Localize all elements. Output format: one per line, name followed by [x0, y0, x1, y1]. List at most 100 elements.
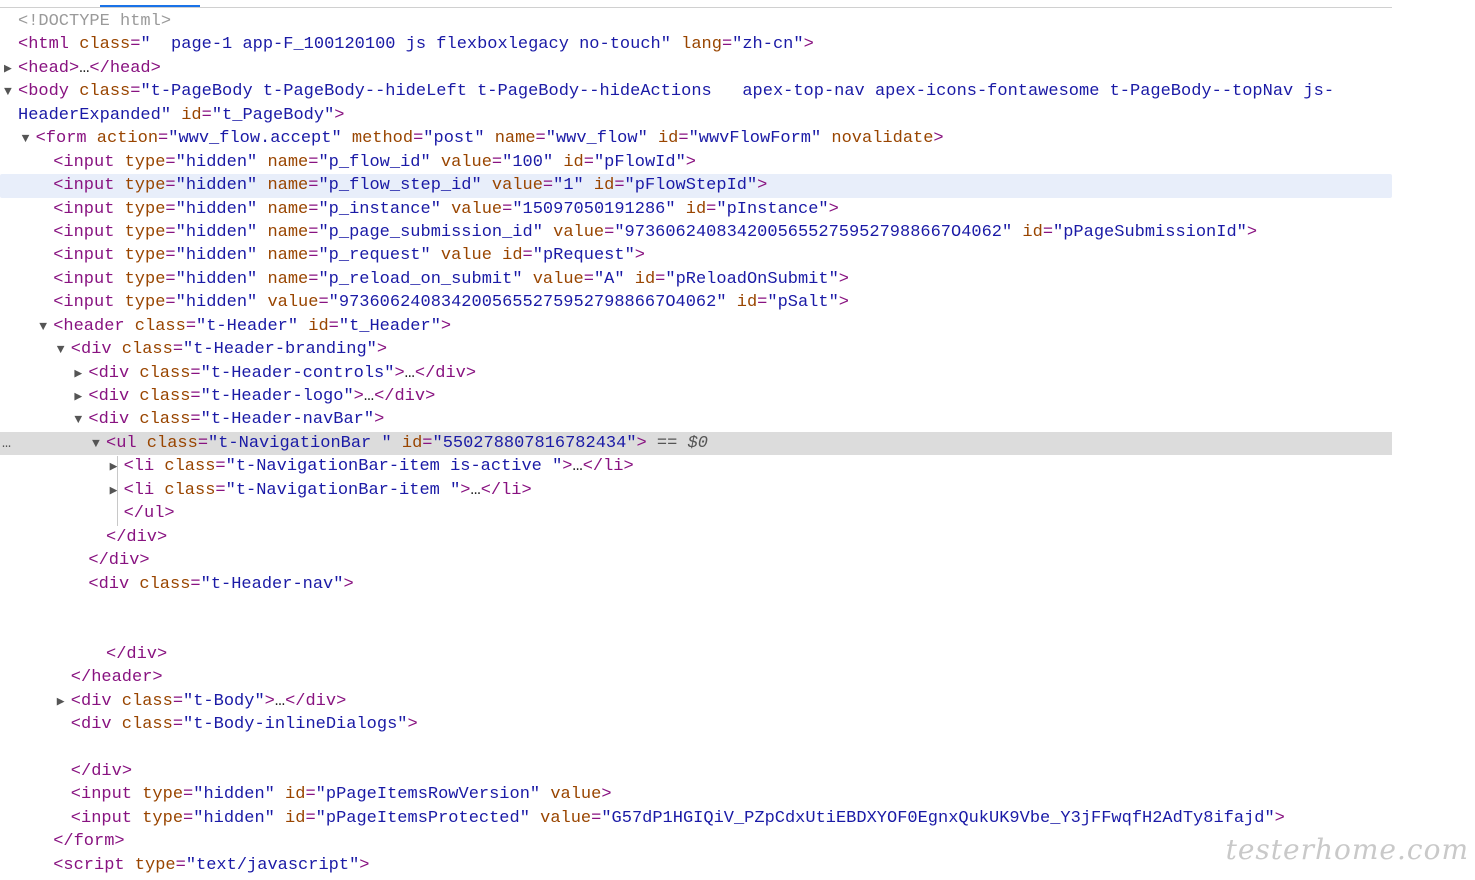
code-token[interactable]: class — [69, 35, 130, 54]
code-token[interactable]: id — [625, 270, 655, 289]
collapse-triangle-icon[interactable]: ▼ — [22, 127, 36, 150]
code-token[interactable]: p_page_submission_id — [329, 223, 533, 242]
code-token[interactable]: body — [28, 82, 69, 101]
dom-node-line[interactable]: ▼ <form action="wwv_flow.accept" method="… — [0, 127, 1392, 150]
code-token[interactable]: class — [112, 692, 173, 711]
elements-tree[interactable]: <!DOCTYPE html> <html class=" page-1 app-… — [0, 10, 1392, 880]
code-token[interactable]: t_PageBody — [222, 106, 324, 125]
dom-node-line[interactable]: </form> — [0, 830, 1392, 853]
code-token[interactable]: hidden — [186, 176, 247, 195]
dom-node-line[interactable]: </div> — [0, 549, 1392, 572]
code-token[interactable]: div — [99, 410, 130, 429]
code-token[interactable]: t-NavigationBar-item — [236, 481, 450, 500]
code-token[interactable]: pFlowStepId — [635, 176, 747, 195]
code-token[interactable]: t-NavigationBar — [218, 434, 381, 453]
code-token[interactable]: div — [126, 528, 157, 547]
code-token[interactable]: action — [87, 129, 158, 148]
code-token[interactable]: input — [63, 223, 114, 242]
code-token[interactable]: type — [114, 293, 166, 312]
code-token[interactable]: G57dP1HGIQiV_PZpCdxUtiEBDXYOF0EgnxQukUK9… — [612, 809, 1265, 828]
code-token[interactable]: 1 — [563, 176, 573, 195]
code-token[interactable]: class — [154, 457, 215, 476]
dom-node-line[interactable] — [0, 737, 1392, 760]
dom-node-line[interactable]: ▶ <div class="t-Header-logo">…</div> — [0, 385, 1392, 408]
code-token[interactable]: hidden — [203, 809, 264, 828]
code-token[interactable]: li — [134, 457, 154, 476]
dom-node-line[interactable]: </div> — [0, 643, 1392, 666]
code-token[interactable]: hidden — [203, 785, 264, 804]
code-token[interactable]: class — [112, 340, 173, 359]
code-token[interactable]: pPageSubmissionId — [1063, 223, 1236, 242]
code-token[interactable]: id — [648, 129, 678, 148]
code-token[interactable]: pSalt — [778, 293, 829, 312]
code-token[interactable]: class — [125, 317, 186, 336]
code-token[interactable]: zh-cn — [742, 35, 793, 54]
code-token[interactable]: input — [63, 200, 114, 219]
code-token[interactable]: html — [28, 35, 69, 54]
code-token[interactable]: name — [257, 270, 308, 289]
dom-node-line[interactable]: <input type="hidden" name="p_flow_id" va… — [0, 151, 1392, 174]
code-token[interactable]: header — [91, 668, 152, 687]
code-token[interactable]: id — [584, 176, 614, 195]
code-token[interactable]: type — [132, 809, 183, 828]
collapse-triangle-icon[interactable]: ▼ — [92, 432, 106, 455]
dom-node-line[interactable]: ▶ <li class="t-NavigationBar-item is-acti… — [0, 455, 1392, 478]
code-token[interactable]: input — [63, 293, 114, 312]
code-token[interactable]: name — [485, 129, 536, 148]
dom-node-line[interactable]: </div> — [0, 760, 1392, 783]
expand-triangle-icon[interactable]: ▶ — [74, 362, 88, 385]
dom-node-line[interactable]: ▶ <div class="t-Body">…</div> — [0, 690, 1392, 713]
code-token[interactable]: div — [109, 551, 140, 570]
code-token[interactable]: div — [99, 575, 130, 594]
code-token[interactable]: class — [129, 575, 190, 594]
code-token[interactable]: id — [676, 200, 706, 219]
dom-node-line[interactable]: <div class="t-Body-inlineDialogs"> — [0, 713, 1392, 736]
dom-node-line[interactable]: <input type="hidden" id="pPageItemsRowVe… — [0, 783, 1392, 806]
code-token[interactable]: ul — [144, 504, 164, 523]
code-token[interactable]: type — [114, 270, 166, 289]
code-token[interactable]: id — [275, 809, 305, 828]
code-token[interactable]: class — [129, 387, 190, 406]
collapse-triangle-icon[interactable]: ▼ — [39, 315, 53, 338]
dom-node-line[interactable]: ▼ <header class="t-Header" id="t_Header"> — [0, 315, 1392, 338]
code-token[interactable]: div — [394, 387, 425, 406]
code-token[interactable]: A — [604, 270, 614, 289]
code-token[interactable]: t-Body — [193, 692, 254, 711]
code-token[interactable]: div — [99, 387, 130, 406]
code-token[interactable]: p_reload_on_submit — [329, 270, 513, 289]
code-token[interactable]: t-PageBody t-PageBody--hideLeft t-PageBo… — [151, 82, 1334, 101]
dom-node-line[interactable]: <input type="hidden" id="pPageItemsProte… — [0, 807, 1392, 830]
code-token[interactable]: name — [257, 200, 308, 219]
dom-node-line[interactable]: <!DOCTYPE html> — [0, 10, 1392, 33]
dom-node-line[interactable]: <script type="text/javascript"> — [0, 854, 1392, 877]
expand-triangle-icon[interactable]: ▶ — [4, 57, 18, 80]
code-token[interactable]: id — [275, 785, 305, 804]
code-token[interactable]: t_Header — [349, 317, 431, 336]
code-token[interactable]: id — [727, 293, 757, 312]
dom-node-line[interactable]: </header> — [0, 666, 1392, 689]
code-token[interactable]: value — [441, 200, 502, 219]
code-token[interactable]: name — [257, 223, 308, 242]
code-token[interactable]: t-Header-navBar — [211, 410, 364, 429]
code-token[interactable]: class — [112, 715, 173, 734]
code-token[interactable]: form — [74, 832, 115, 851]
code-token[interactable]: name — [257, 153, 308, 172]
dom-node-line[interactable]: ▶ <div class="t-Header-controls">…</div> — [0, 362, 1392, 385]
dom-node-line[interactable] — [0, 619, 1392, 642]
code-token[interactable]: input — [63, 270, 114, 289]
code-token[interactable]: HeaderExpanded — [18, 106, 161, 125]
code-token[interactable]: t-NavigationBar-item is-active — [236, 457, 552, 476]
dom-node-line[interactable]: <div class="t-Header-nav"> — [0, 573, 1392, 596]
code-token[interactable]: value — [523, 270, 584, 289]
code-token[interactable]: p_instance — [329, 200, 431, 219]
code-token[interactable]: div — [91, 762, 122, 781]
code-token[interactable]: input — [81, 785, 132, 804]
code-token[interactable]: hidden — [186, 246, 247, 265]
code-token[interactable]: type — [125, 856, 176, 875]
code-token[interactable]: head — [28, 59, 69, 78]
code-token[interactable]: div — [81, 340, 112, 359]
code-token[interactable]: type — [114, 246, 166, 265]
code-token[interactable]: ul — [116, 434, 136, 453]
code-token[interactable]: class — [154, 481, 215, 500]
dom-node-line[interactable]: ▶ <head>…</head> — [0, 57, 1392, 80]
